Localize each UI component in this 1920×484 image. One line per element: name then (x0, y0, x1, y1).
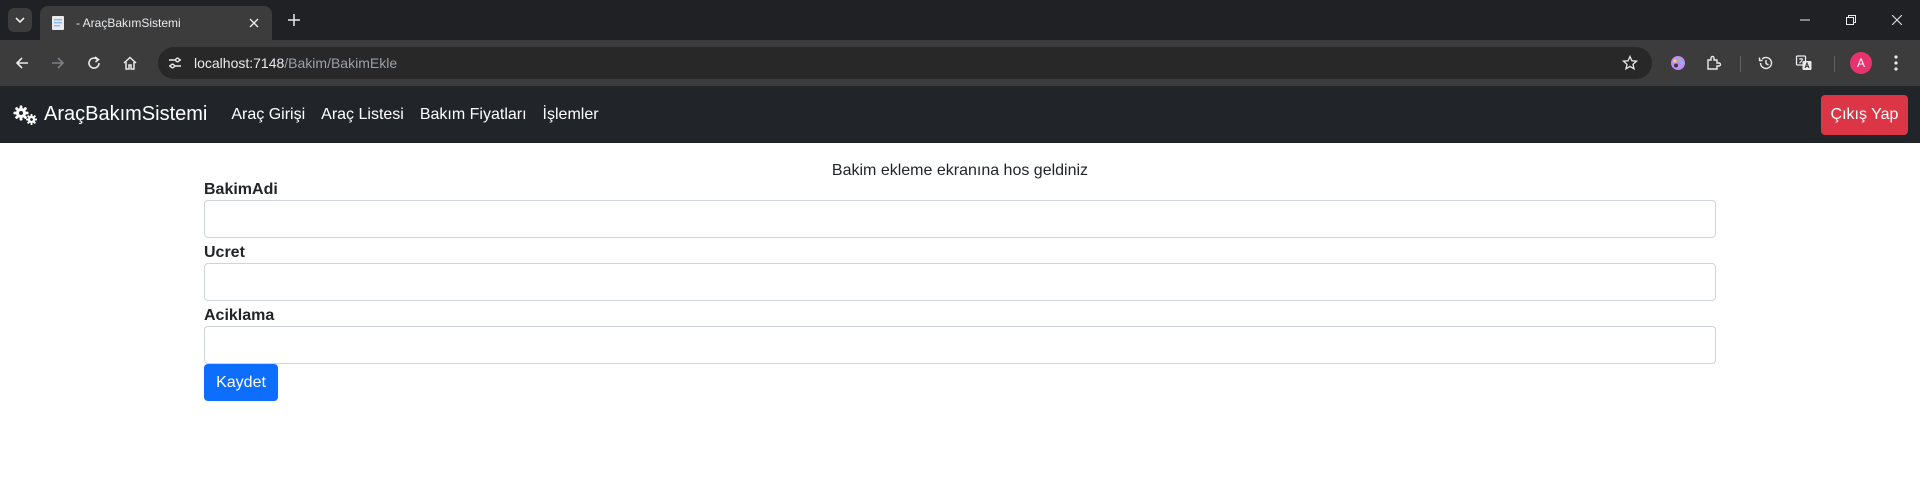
profile-avatar[interactable]: A (1850, 52, 1872, 74)
restore-icon (1846, 15, 1856, 25)
page-title: Bakim ekleme ekranına hos geldiniz (831, 162, 1089, 179)
bookmark-star-icon[interactable] (1616, 49, 1644, 77)
close-window-button[interactable] (1874, 0, 1920, 40)
window-controls (1782, 0, 1920, 40)
browser-tab-bar: - AraçBakımSistemi (0, 0, 1920, 40)
aciklama-input[interactable] (204, 326, 1716, 364)
url-path: /Bakim/BakimEkle (284, 55, 398, 71)
bakim-form: BakimAdi Ucret Aciklama Kaydet (204, 181, 1716, 401)
extension-palette-icon[interactable] (1664, 49, 1692, 77)
nav-link-arac-girisi[interactable]: Araç Girişi (231, 106, 305, 124)
tab-close-icon[interactable] (246, 15, 262, 31)
back-button[interactable] (8, 49, 36, 77)
url-text: localhost:7148/Bakim/BakimEkle (194, 55, 1616, 71)
minimize-button[interactable] (1782, 0, 1828, 40)
save-button[interactable]: Kaydet (204, 364, 278, 401)
page-favicon-icon (50, 15, 66, 31)
site-info-button[interactable] (162, 50, 188, 76)
ucret-input[interactable] (204, 263, 1716, 301)
plus-icon (288, 14, 300, 26)
tab-title: - AraçBakımSistemi (76, 16, 181, 30)
new-tab-button[interactable] (282, 8, 306, 32)
nav-link-bakim-fiyatlari[interactable]: Bakım Fiyatları (420, 106, 527, 124)
nav-links: Araç Girişi Araç Listesi Bakım Fiyatları… (231, 106, 614, 124)
gears-icon (12, 104, 38, 126)
minimize-icon (1800, 19, 1810, 21)
navbar-brand[interactable]: AraçBakımSistemi (12, 103, 207, 126)
toolbar-divider (1834, 56, 1835, 72)
bakimadi-input[interactable] (204, 200, 1716, 238)
main-container: Bakim ekleme ekranına hos geldiniz Bakim… (204, 143, 1716, 401)
reload-button[interactable] (80, 49, 108, 77)
browser-menu-icon[interactable] (1882, 49, 1910, 77)
close-icon (1892, 15, 1902, 25)
home-icon (123, 56, 137, 70)
arrow-right-icon (52, 57, 65, 69)
reload-icon (88, 56, 100, 69)
restore-button[interactable] (1828, 0, 1874, 40)
app-navbar: AraçBakımSistemi Araç Girişi Araç Listes… (0, 86, 1920, 143)
chevron-down-icon (15, 17, 25, 24)
arrow-left-icon (15, 57, 28, 69)
logout-button[interactable]: Çıkış Yap (1821, 95, 1908, 135)
browser-toolbar: localhost:7148/Bakim/BakimEkle A (0, 40, 1920, 86)
history-icon[interactable] (1752, 49, 1780, 77)
aciklama-label: Aciklama (204, 307, 275, 324)
bakimadi-label: BakimAdi (204, 181, 278, 198)
url-host: localhost:7148 (194, 55, 285, 71)
brand-name: AraçBakımSistemi (44, 103, 208, 125)
toolbar-divider (1740, 56, 1741, 72)
nav-link-islemler[interactable]: İşlemler (543, 106, 599, 124)
ucret-label: Ucret (204, 244, 245, 261)
address-bar[interactable]: localhost:7148/Bakim/BakimEkle (158, 47, 1652, 79)
tab-search-button[interactable] (8, 8, 32, 32)
forward-button[interactable] (44, 49, 72, 77)
translate-icon[interactable] (1790, 49, 1818, 77)
nav-link-arac-listesi[interactable]: Araç Listesi (321, 106, 404, 124)
extensions-puzzle-icon[interactable] (1700, 49, 1728, 77)
tune-icon (169, 57, 181, 69)
browser-tab-active[interactable]: - AraçBakımSistemi (40, 6, 272, 40)
home-button[interactable] (116, 49, 144, 77)
